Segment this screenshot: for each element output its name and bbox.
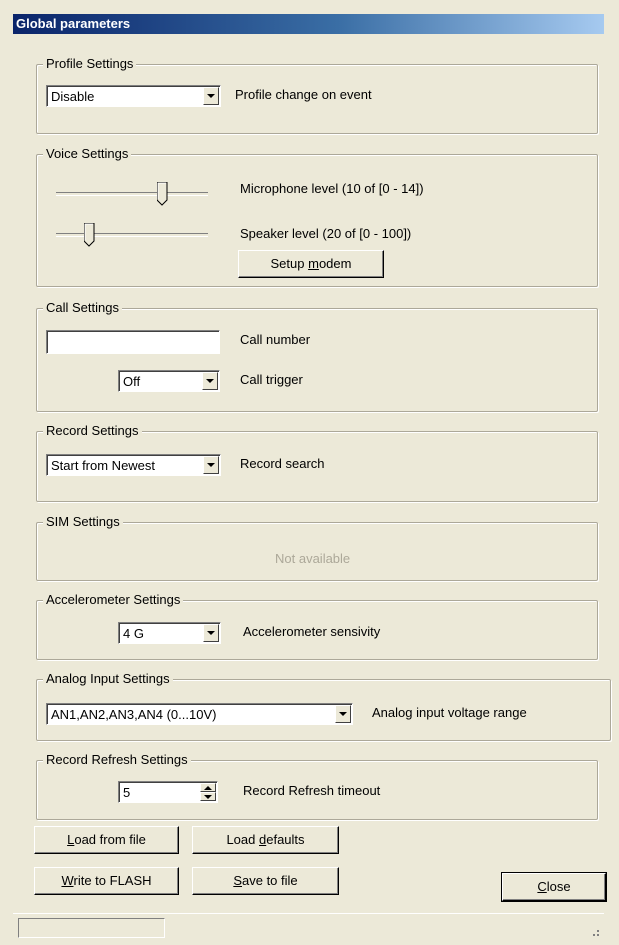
call-trigger-label: Call trigger: [240, 372, 303, 387]
record-search-value: Start from Newest: [51, 458, 156, 473]
speaker-slider-thumb-icon[interactable]: [84, 223, 95, 247]
sim-settings-legend: SIM Settings: [43, 514, 123, 530]
load-defaults-text: efaults: [266, 832, 305, 847]
voice-settings-legend: Voice Settings: [43, 146, 132, 162]
analog-voltage-range-value: AN1,AN2,AN3,AN4 (0...10V): [51, 707, 217, 722]
analog-voltage-range-label: Analog input voltage range: [372, 705, 527, 720]
save-to-file-mnemonic: S: [233, 873, 242, 888]
call-trigger-dropdown-arrow-icon[interactable]: [202, 372, 218, 390]
save-to-file-text: ave to file: [242, 873, 298, 888]
record-refresh-timeout-spinner[interactable]: 5: [118, 781, 218, 803]
status-bar: [13, 913, 604, 940]
status-bar-field: [18, 918, 165, 938]
analog-dropdown-arrow-icon[interactable]: [335, 705, 351, 723]
record-refresh-timeout-label: Record Refresh timeout: [243, 783, 381, 798]
call-number-label: Call number: [240, 332, 311, 347]
window-title: Global parameters: [16, 16, 131, 31]
title-bar: Global parameters: [13, 14, 604, 34]
record-refresh-settings-group: Record Refresh Settings 5 Record Refresh…: [36, 752, 598, 820]
microphone-slider-thumb-icon[interactable]: [157, 182, 168, 206]
accelerometer-dropdown-arrow-icon[interactable]: [203, 624, 219, 642]
voice-settings-group: Voice Settings Microphone level (10 of […: [36, 146, 598, 287]
call-number-input[interactable]: [46, 330, 220, 354]
write-to-flash-button[interactable]: Write to FLASH: [34, 867, 179, 895]
accelerometer-settings-group: Accelerometer Settings 4 G Accelerometer…: [36, 592, 598, 660]
profile-change-label: Profile change on event: [235, 87, 372, 102]
setup-modem-prefix: Setup: [270, 256, 309, 271]
record-settings-legend: Record Settings: [43, 423, 142, 439]
load-defaults-button[interactable]: Load defaults: [192, 826, 339, 854]
record-search-dropdown-arrow-icon[interactable]: [203, 456, 219, 474]
record-search-select[interactable]: Start from Newest: [46, 454, 221, 476]
record-search-label: Record search: [240, 456, 325, 471]
dialog-body: Profile Settings Disable Profile change …: [13, 34, 611, 939]
profile-settings-group: Profile Settings Disable Profile change …: [36, 56, 598, 134]
analog-input-settings-group: Analog Input Settings AN1,AN2,AN3,AN4 (0…: [36, 671, 611, 741]
resize-grip-icon[interactable]: [588, 925, 600, 937]
call-settings-group: Call Settings Call number Off Call trigg…: [36, 300, 598, 412]
microphone-level-label: Microphone level (10 of [0 - 14]): [240, 181, 424, 196]
record-refresh-settings-legend: Record Refresh Settings: [43, 752, 191, 768]
load-from-file-button[interactable]: Load from file: [34, 826, 179, 854]
microphone-level-slider[interactable]: [56, 182, 208, 206]
setup-modem-mnemonic: m: [308, 256, 319, 271]
speaker-slider-track: [56, 233, 208, 237]
accelerometer-sensitivity-label: Accelerometer sensivity: [243, 624, 381, 639]
call-trigger-select[interactable]: Off: [118, 370, 220, 392]
record-settings-group: Record Settings Start from Newest Record…: [36, 423, 598, 502]
profile-settings-legend: Profile Settings: [43, 56, 137, 72]
close-button[interactable]: Close: [501, 872, 607, 902]
profile-select[interactable]: Disable: [46, 85, 221, 107]
spinner-up-arrow-icon[interactable]: [200, 783, 216, 792]
microphone-slider-track: [56, 192, 208, 196]
profile-select-value: Disable: [51, 89, 95, 104]
analog-voltage-range-select[interactable]: AN1,AN2,AN3,AN4 (0...10V): [46, 703, 353, 725]
close-mnemonic: C: [537, 879, 547, 894]
record-refresh-timeout-value: 5: [123, 785, 131, 800]
sim-settings-group: SIM Settings Not available: [36, 514, 598, 581]
accelerometer-sensitivity-value: 4 G: [123, 626, 144, 641]
save-to-file-button[interactable]: Save to file: [192, 867, 339, 895]
call-settings-legend: Call Settings: [43, 300, 122, 316]
load-from-file-text: oad from file: [74, 832, 146, 847]
write-to-flash-mnemonic: W: [61, 873, 74, 888]
sim-status-text: Not available: [275, 551, 351, 566]
speaker-level-label: Speaker level (20 of [0 - 100]): [240, 226, 412, 241]
close-text: lose: [546, 879, 571, 894]
accelerometer-sensitivity-select[interactable]: 4 G: [118, 622, 221, 644]
spinner-down-arrow-icon[interactable]: [200, 792, 216, 801]
setup-modem-button[interactable]: Setup modem: [238, 250, 384, 278]
write-to-flash-text: rite to FLASH: [73, 873, 152, 888]
load-defaults-prefix: Load: [226, 832, 259, 847]
speaker-level-slider[interactable]: [56, 223, 208, 247]
setup-modem-suffix: odem: [318, 256, 352, 271]
accelerometer-settings-legend: Accelerometer Settings: [43, 592, 184, 608]
profile-dropdown-arrow-icon[interactable]: [203, 87, 219, 105]
analog-input-settings-legend: Analog Input Settings: [43, 671, 173, 687]
call-trigger-value: Off: [123, 374, 141, 389]
